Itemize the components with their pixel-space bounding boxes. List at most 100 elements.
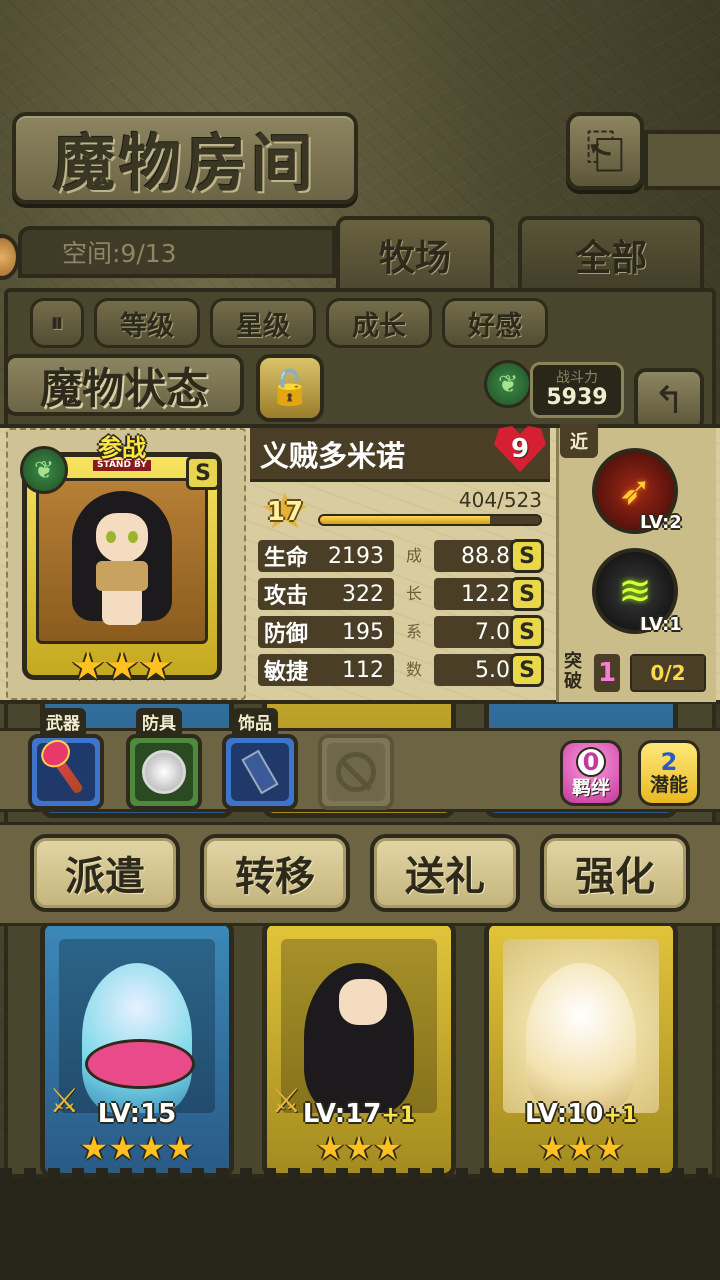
gift-button[interactable]: 送礼 [370, 834, 520, 912]
standby-label: 参战 [98, 434, 146, 462]
combat-power-label: 战斗力 [556, 369, 598, 386]
transfer-button[interactable]: 转移 [200, 834, 350, 912]
stat-value: 2193 [328, 543, 384, 569]
monster-card[interactable]: ⚔ LV:17+1 ★★★ [262, 920, 456, 1178]
monster-portrait [36, 478, 208, 644]
scepter-icon [48, 749, 84, 795]
header-strip [644, 130, 720, 190]
monster-card[interactable]: ⚔ LV:15 ★★★★ [40, 920, 234, 1178]
shield-icon [142, 750, 186, 794]
sort-star-button[interactable]: 星级 [210, 298, 316, 348]
card-art [503, 939, 659, 1113]
leaf-element-icon: ❦ [484, 360, 532, 408]
potential-count: 2 [660, 748, 678, 776]
status-title: 魔物状态 [39, 363, 208, 413]
grade-badge: S [510, 615, 544, 649]
rank-badge: S [186, 456, 220, 490]
back-arrow-icon: ⎗ [585, 122, 625, 179]
padlock-icon: 🔓 [268, 368, 312, 408]
dispatch-button[interactable]: 派遣 [30, 834, 180, 912]
growth-value: 7.0 [434, 616, 516, 648]
weapon-label: 武器 [40, 708, 86, 734]
star-rating: ★★★ [70, 644, 174, 688]
bond-label: 羁绊 [571, 777, 610, 799]
range-tag: 近 [560, 424, 598, 458]
exp-bar-fill [320, 516, 490, 524]
affinity-heart-icon: 9 [494, 426, 546, 472]
standby-banner: 参战 STAND BY [70, 436, 174, 474]
tab-all[interactable]: 全部 [518, 216, 704, 290]
bond-count: 0 [576, 747, 606, 777]
stat-label: 生命 2193 [258, 540, 394, 572]
accessory-slot[interactable] [222, 734, 298, 810]
sort-growth-button[interactable]: 成长 [326, 298, 432, 348]
character-figure [72, 491, 172, 641]
return-arrow-icon: ↰ [653, 378, 685, 422]
forbidden-icon [336, 752, 376, 792]
exp-text: 404/523 [458, 488, 542, 512]
potential-button[interactable]: 2 潜能 [638, 740, 700, 806]
growth-value: 5.0 [434, 654, 516, 686]
slime-ring [85, 1039, 195, 1089]
monster-card[interactable]: LV:10+1 ★★★ [484, 920, 678, 1178]
weapon-slot[interactable] [28, 734, 104, 810]
skill-level: LV:2 [640, 512, 682, 533]
space-counter: 空间:9/13 [18, 226, 336, 278]
level-star-icon: 17 [262, 492, 308, 532]
card-art [59, 939, 215, 1113]
combat-power-value: 5939 [546, 384, 608, 410]
sort-toggle-button[interactable]: ⏸ [30, 298, 84, 348]
affinity-value: 9 [510, 434, 530, 464]
stat-row-defense: 防御 195 系 7.0 S [258, 615, 546, 649]
grade-badge: S [510, 653, 544, 687]
breakthrough: 突破 1 0/2 [560, 650, 710, 696]
stat-row-attack: 攻击 322 长 12.2 S [258, 577, 546, 611]
sort-row: ⏸ 等级 星级 成长 好感 [30, 298, 548, 352]
card-level: LV:10+1 [524, 1099, 638, 1129]
armor-slot[interactable] [126, 734, 202, 810]
monster-portrait [526, 963, 636, 1113]
back-button[interactable]: ⎗ [566, 112, 644, 190]
growth-label-char: 数 [406, 660, 423, 679]
status-title-plate: 魔物状态 [4, 354, 244, 416]
card-stars: ★★★★ [79, 1129, 195, 1167]
exp-bar [318, 514, 542, 526]
locked-slot[interactable] [318, 734, 394, 810]
growth-value: 12.2 [434, 578, 516, 610]
growth-label-char: 系 [406, 622, 423, 641]
combat-power: 战斗力 5939 [530, 362, 624, 418]
breakthrough-label: 突破 [564, 651, 582, 692]
bond-button[interactable]: 0 羁绊 [560, 740, 622, 806]
stat-label: 防御 195 [258, 616, 394, 648]
stat-value: 112 [342, 657, 384, 683]
leaf-element-icon: ❦ [20, 446, 68, 494]
stat-value: 195 [342, 619, 384, 645]
charm-icon [241, 749, 279, 795]
stat-value: 322 [342, 581, 384, 607]
enhance-button[interactable]: 强化 [540, 834, 690, 912]
card-level: LV:17+1 [302, 1099, 416, 1129]
breakthrough-count: 0/2 [630, 654, 706, 692]
grade-badge: S [510, 539, 544, 573]
sort-affinity-button[interactable]: 好感 [442, 298, 548, 348]
stat-label: 攻击 322 [258, 578, 394, 610]
potential-label: 潜能 [649, 774, 688, 796]
pause-icon: ⏸ [50, 307, 64, 338]
stat-label: 敏捷 112 [258, 654, 394, 686]
growth-value: 88.8 [434, 540, 516, 572]
accessory-label: 饰品 [232, 708, 278, 734]
lock-button[interactable]: 🔓 [256, 354, 324, 422]
growth-label-char: 成 [406, 546, 423, 565]
card-stars: ★★★ [537, 1129, 625, 1167]
level-value: 17 [266, 497, 304, 527]
close-status-button[interactable]: ↰ [634, 368, 704, 432]
stat-row-hp: 生命 2193 成 88.8 S [258, 539, 546, 573]
growth-label-char: 长 [406, 584, 423, 603]
monster-face [339, 979, 387, 1025]
breakthrough-value: 1 [594, 654, 620, 692]
monster-portrait [82, 963, 192, 1113]
card-stars: ★★★ [315, 1129, 403, 1167]
tab-ranch[interactable]: 牧场 [336, 216, 494, 290]
page-title-plate: 魔物房间 [12, 112, 358, 204]
sort-level-button[interactable]: 等级 [94, 298, 200, 348]
